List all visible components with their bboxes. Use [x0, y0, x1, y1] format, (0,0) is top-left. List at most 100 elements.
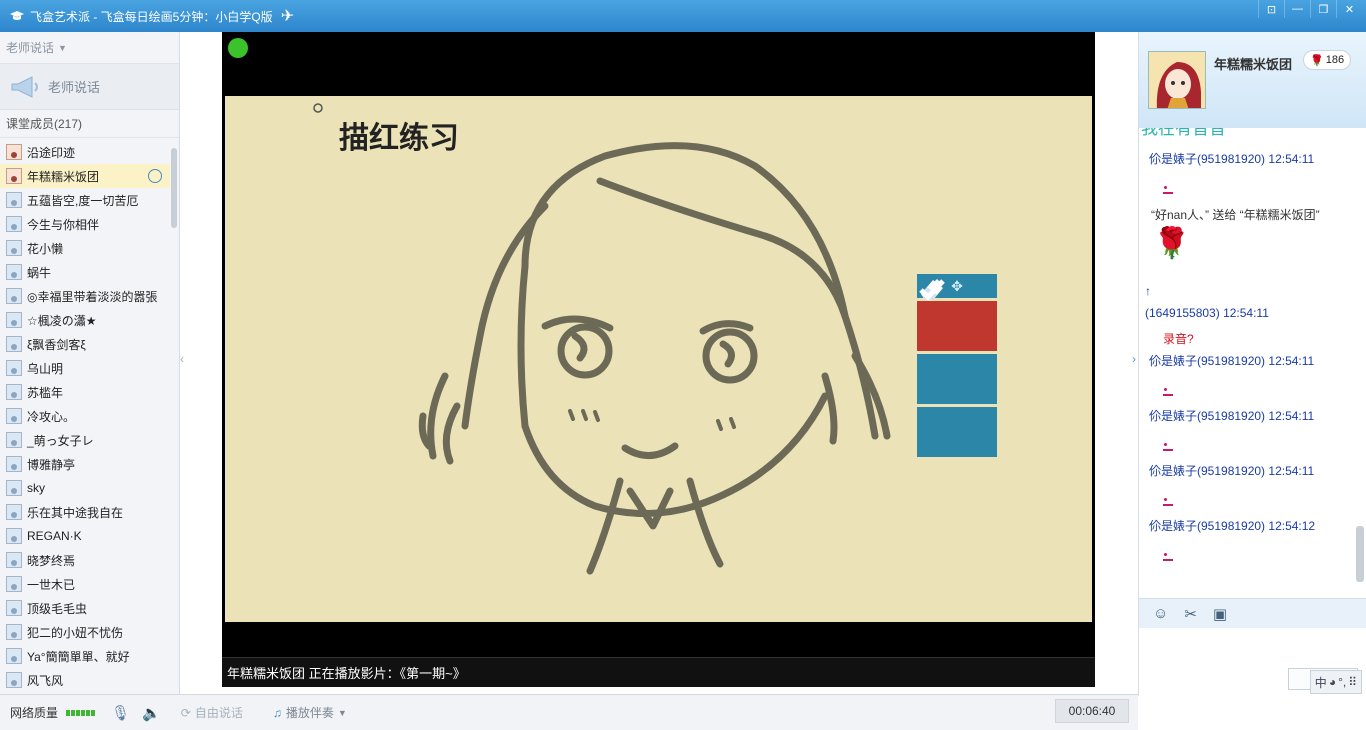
- member-list-item[interactable]: ξ飘香剑客ξ: [0, 332, 170, 356]
- pin-icon[interactable]: ⊡: [1258, 0, 1284, 18]
- member-list-item[interactable]: sky: [0, 476, 170, 500]
- class-timer: 00:06:40: [1055, 699, 1129, 723]
- chat-message-header: 伱是婊子(951981920) 12:54:11: [1149, 464, 1315, 478]
- member-name: 五蕴皆空,度一切苦厄: [27, 193, 139, 208]
- user-avatar-icon: [6, 336, 22, 352]
- user-avatar-icon: [6, 168, 22, 184]
- member-list-item[interactable]: 年糕糯米饭团: [0, 164, 170, 188]
- scissors-icon[interactable]: ✂: [1184, 605, 1197, 623]
- confirm-button[interactable]: [917, 279, 997, 457]
- free-talk-icon: ⟳: [180, 705, 191, 720]
- member-list-item[interactable]: ◎幸福里带着淡淡的嚣張: [0, 284, 170, 308]
- chat-arrow: ↑: [1145, 284, 1151, 298]
- caret-down-icon: ▼: [337, 707, 347, 718]
- member-name: ☆楓凌の瀟★: [27, 313, 97, 328]
- collapse-left-icon[interactable]: ‹: [180, 352, 184, 366]
- expand-right-icon[interactable]: ›: [1132, 352, 1136, 366]
- member-list-item[interactable]: Ya°簡簡單單、就好: [0, 644, 170, 668]
- user-avatar-icon: [6, 144, 22, 160]
- member-list-item[interactable]: _萌っ女子レ: [0, 428, 170, 452]
- live-indicator-icon: [228, 38, 248, 58]
- chat-scrollbar[interactable]: [1356, 526, 1364, 582]
- user-avatar-icon: [6, 360, 22, 376]
- mic-muted-icon[interactable]: 🎙: [111, 704, 130, 722]
- webcam-icon[interactable]: [148, 169, 162, 183]
- member-name: sky: [27, 481, 45, 495]
- speaker-icon[interactable]: 🔈: [142, 704, 161, 722]
- eraser-tool-button[interactable]: [917, 280, 997, 404]
- ime-punct-icon[interactable]: °,: [1338, 675, 1346, 689]
- member-name: 今生与你相伴: [27, 217, 100, 232]
- minimize-button[interactable]: —: [1284, 0, 1310, 18]
- user-avatar-icon: [6, 456, 22, 472]
- members-header: 课堂成员(217): [0, 110, 179, 138]
- ime-keyboard-icon[interactable]: ⠿: [1348, 675, 1357, 689]
- bottom-bar: 网络质量 🎙 🔈 ⟳ 自由说话 ♫ 播放伴奏 ▼ 00:06:40: [0, 694, 1138, 730]
- member-name: REGAN·K: [27, 529, 82, 543]
- member-name: 风飞风: [27, 673, 64, 688]
- member-list: 沿途印迹年糕糯米饭团五蕴皆空,度一切苦厄 今生与你相伴 花小懒蜗牛 ◎幸福里带着淡淡的…: [0, 140, 170, 696]
- member-name: 一世木已: [27, 577, 76, 592]
- maximize-button[interactable]: ❐: [1310, 0, 1336, 18]
- user-avatar-icon: [6, 528, 22, 544]
- member-list-item[interactable]: ☆楓凌の瀟★: [0, 308, 170, 332]
- member-name: 年糕糯米饭团: [27, 169, 100, 184]
- user-avatar-icon: [6, 576, 22, 592]
- chat-cutoff-text: 我在有音音: [1141, 128, 1226, 138]
- ime-moon-icon[interactable]: ◕: [1329, 675, 1336, 689]
- member-list-item[interactable]: 冷攻心。: [0, 404, 170, 428]
- member-name: 蜗牛: [27, 265, 52, 280]
- member-list-item[interactable]: 博雅静亭: [0, 452, 170, 476]
- member-list-item[interactable]: 蜗牛: [0, 260, 170, 284]
- member-list-item[interactable]: REGAN·K: [0, 524, 170, 548]
- chat-toolbar: ☺ ✂ ▣: [1139, 598, 1366, 628]
- member-list-item[interactable]: 乌山明: [0, 356, 170, 380]
- member-name: Ya°簡簡單單、就好: [27, 649, 130, 664]
- user-avatar-icon: [6, 240, 22, 256]
- member-name: 晓梦终焉: [27, 553, 76, 568]
- member-list-scrollbar[interactable]: [171, 148, 177, 228]
- user-avatar-icon: [6, 480, 22, 496]
- member-list-item[interactable]: 今生与你相伴: [0, 212, 170, 236]
- user-avatar-icon: [6, 288, 22, 304]
- drawing-canvas[interactable]: 描红练习 ✥: [225, 96, 1092, 622]
- member-list-item[interactable]: 五蕴皆空,度一切苦厄: [0, 188, 170, 212]
- member-list-item[interactable]: 一世木已: [0, 572, 170, 596]
- member-list-item[interactable]: 苏槛年: [0, 380, 170, 404]
- avatar[interactable]: [1148, 51, 1206, 109]
- teacher-header[interactable]: 老师说话 ▼: [0, 32, 179, 64]
- ime-chinese-toggle[interactable]: 中: [1315, 674, 1327, 691]
- free-talk-button[interactable]: ⟳ 自由说话: [181, 704, 243, 721]
- play-music-label: 播放伴奏: [285, 706, 334, 720]
- member-name: 冷攻心。: [27, 409, 76, 424]
- teacher-header-label: 老师说话: [6, 41, 55, 55]
- member-name: 花小懒: [27, 241, 64, 256]
- member-list-item[interactable]: 晓梦终焉: [0, 548, 170, 572]
- pen-tool-button[interactable]: [917, 279, 997, 351]
- user-avatar-icon: [6, 264, 22, 280]
- member-name: 乌山明: [27, 361, 64, 376]
- music-note-icon: ♫: [272, 705, 282, 720]
- flower-count-badge: 🌹 186: [1303, 50, 1352, 70]
- close-button[interactable]: ✕: [1336, 0, 1362, 18]
- caret-down-icon: ▼: [58, 42, 67, 53]
- member-list-item[interactable]: 风飞风: [0, 668, 170, 692]
- smiley-icon[interactable]: ☺: [1153, 605, 1168, 622]
- user-avatar-icon: [6, 192, 22, 208]
- member-list-item[interactable]: 顶级毛毛虫: [0, 596, 170, 620]
- chat-message-text: 录音?: [1163, 332, 1194, 346]
- member-list-item[interactable]: 乐在其中途我自在: [0, 500, 170, 524]
- member-list-item[interactable]: 犯二的小妞不忧伤: [0, 620, 170, 644]
- flower-count: 186: [1325, 54, 1345, 66]
- member-name: ◎幸福里带着淡淡的嚣張: [27, 289, 158, 304]
- member-list-item[interactable]: 花小懒: [0, 236, 170, 260]
- image-icon[interactable]: ▣: [1213, 605, 1227, 623]
- profile-header: 年糕糯米饭团 🌹 186: [1139, 32, 1366, 128]
- user-avatar-icon: [6, 600, 22, 616]
- chat-message-header: 伱是婊子(951981920) 12:54:11: [1149, 409, 1315, 423]
- member-list-item[interactable]: 沿途印迹: [0, 140, 170, 164]
- teacher-talk-area[interactable]: 老师说话: [0, 64, 179, 110]
- play-music-button[interactable]: ♫ 播放伴奏 ▼: [273, 704, 347, 721]
- emoticon-icon: [1163, 498, 1173, 506]
- emoticon-icon: [1163, 388, 1173, 396]
